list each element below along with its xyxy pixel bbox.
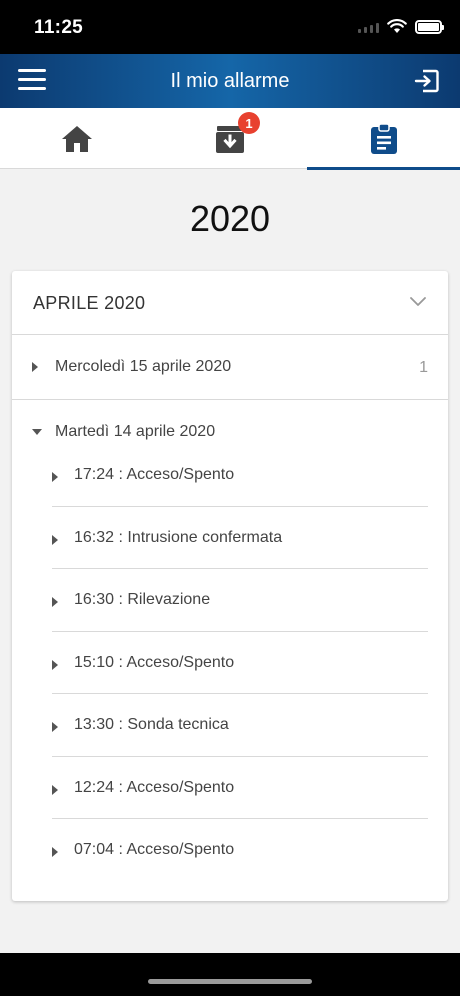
day-label: Mercoledì 15 aprile 2020 [55,358,232,375]
caret-right-icon [52,722,58,732]
wifi-icon [387,19,407,33]
status-icons [358,19,444,34]
app-header: Il mio allarme [0,54,460,108]
event-label: 16:32 : Intrusione confermata [74,528,283,546]
event-item[interactable]: 17:24 : Acceso/Spento [52,444,428,507]
event-label: 13:30 : Sonda tecnica [74,716,229,733]
day-row[interactable]: Mercoledì 15 aprile 2020 1 [12,335,448,400]
event-item[interactable]: 12:24 : Acceso/Spento [52,757,428,819]
caret-right-icon [52,847,58,857]
clipboard-list-icon [370,122,397,154]
event-label: 07:04 : Acceso/Spento [74,841,235,858]
event-item[interactable]: 16:30 : Rilevazione [52,569,428,632]
month-accordion-header[interactable]: APRILE 2020 [12,271,448,335]
home-bar [0,953,460,996]
caret-right-icon [52,472,58,482]
event-count: 1 [419,359,428,376]
caret-right-icon [52,534,58,545]
tab-bar: 1 [0,108,460,170]
caret-right-icon [52,659,58,670]
notification-badge: 1 [238,112,260,134]
event-label: 17:24 : Acceso/Spento [74,466,235,483]
page-title: Il mio allarme [170,70,290,92]
history-card: APRILE 2020 Mercoledì 15 aprile 2020 1 M… [12,271,448,901]
tab-history[interactable] [307,108,460,170]
caret-right-icon [52,597,58,607]
event-list: 17:24 : Acceso/Spento 16:32 : Intrusione… [52,444,428,882]
caret-right-icon [52,784,58,795]
event-item[interactable]: 13:30 : Sonda tecnica [52,694,428,757]
home-indicator[interactable] [148,979,312,984]
day-header[interactable]: Martedì 14 aprile 2020 [12,400,448,444]
year-title: 2020 [189,198,271,239]
home-icon [61,125,92,152]
day-label: Martedì 14 aprile 2020 [55,423,216,440]
cellular-signal-icon [358,21,379,33]
event-label: 12:24 : Acceso/Spento [74,778,235,796]
battery-icon [415,19,444,34]
event-label: 15:10 : Acceso/Spento [74,653,235,671]
tab-home[interactable] [0,108,153,169]
status-time: 11:25 [34,17,84,38]
month-label: APRILE 2020 [33,293,146,313]
chevron-down-icon [410,297,426,306]
caret-down-icon [32,429,42,435]
logout-icon[interactable] [414,68,440,94]
event-item[interactable]: 16:32 : Intrusione confermata [52,507,428,569]
tab-archive[interactable]: 1 [153,108,306,169]
event-item[interactable]: 15:10 : Acceso/Spento [52,632,428,694]
status-bar: 11:25 [0,0,460,54]
event-item[interactable]: 07:04 : Acceso/Spento [52,819,428,882]
event-label: 16:30 : Rilevazione [74,591,211,608]
day-row-expanded: Martedì 14 aprile 2020 17:24 : Acceso/Sp… [12,400,448,858]
caret-right-icon [32,362,38,372]
